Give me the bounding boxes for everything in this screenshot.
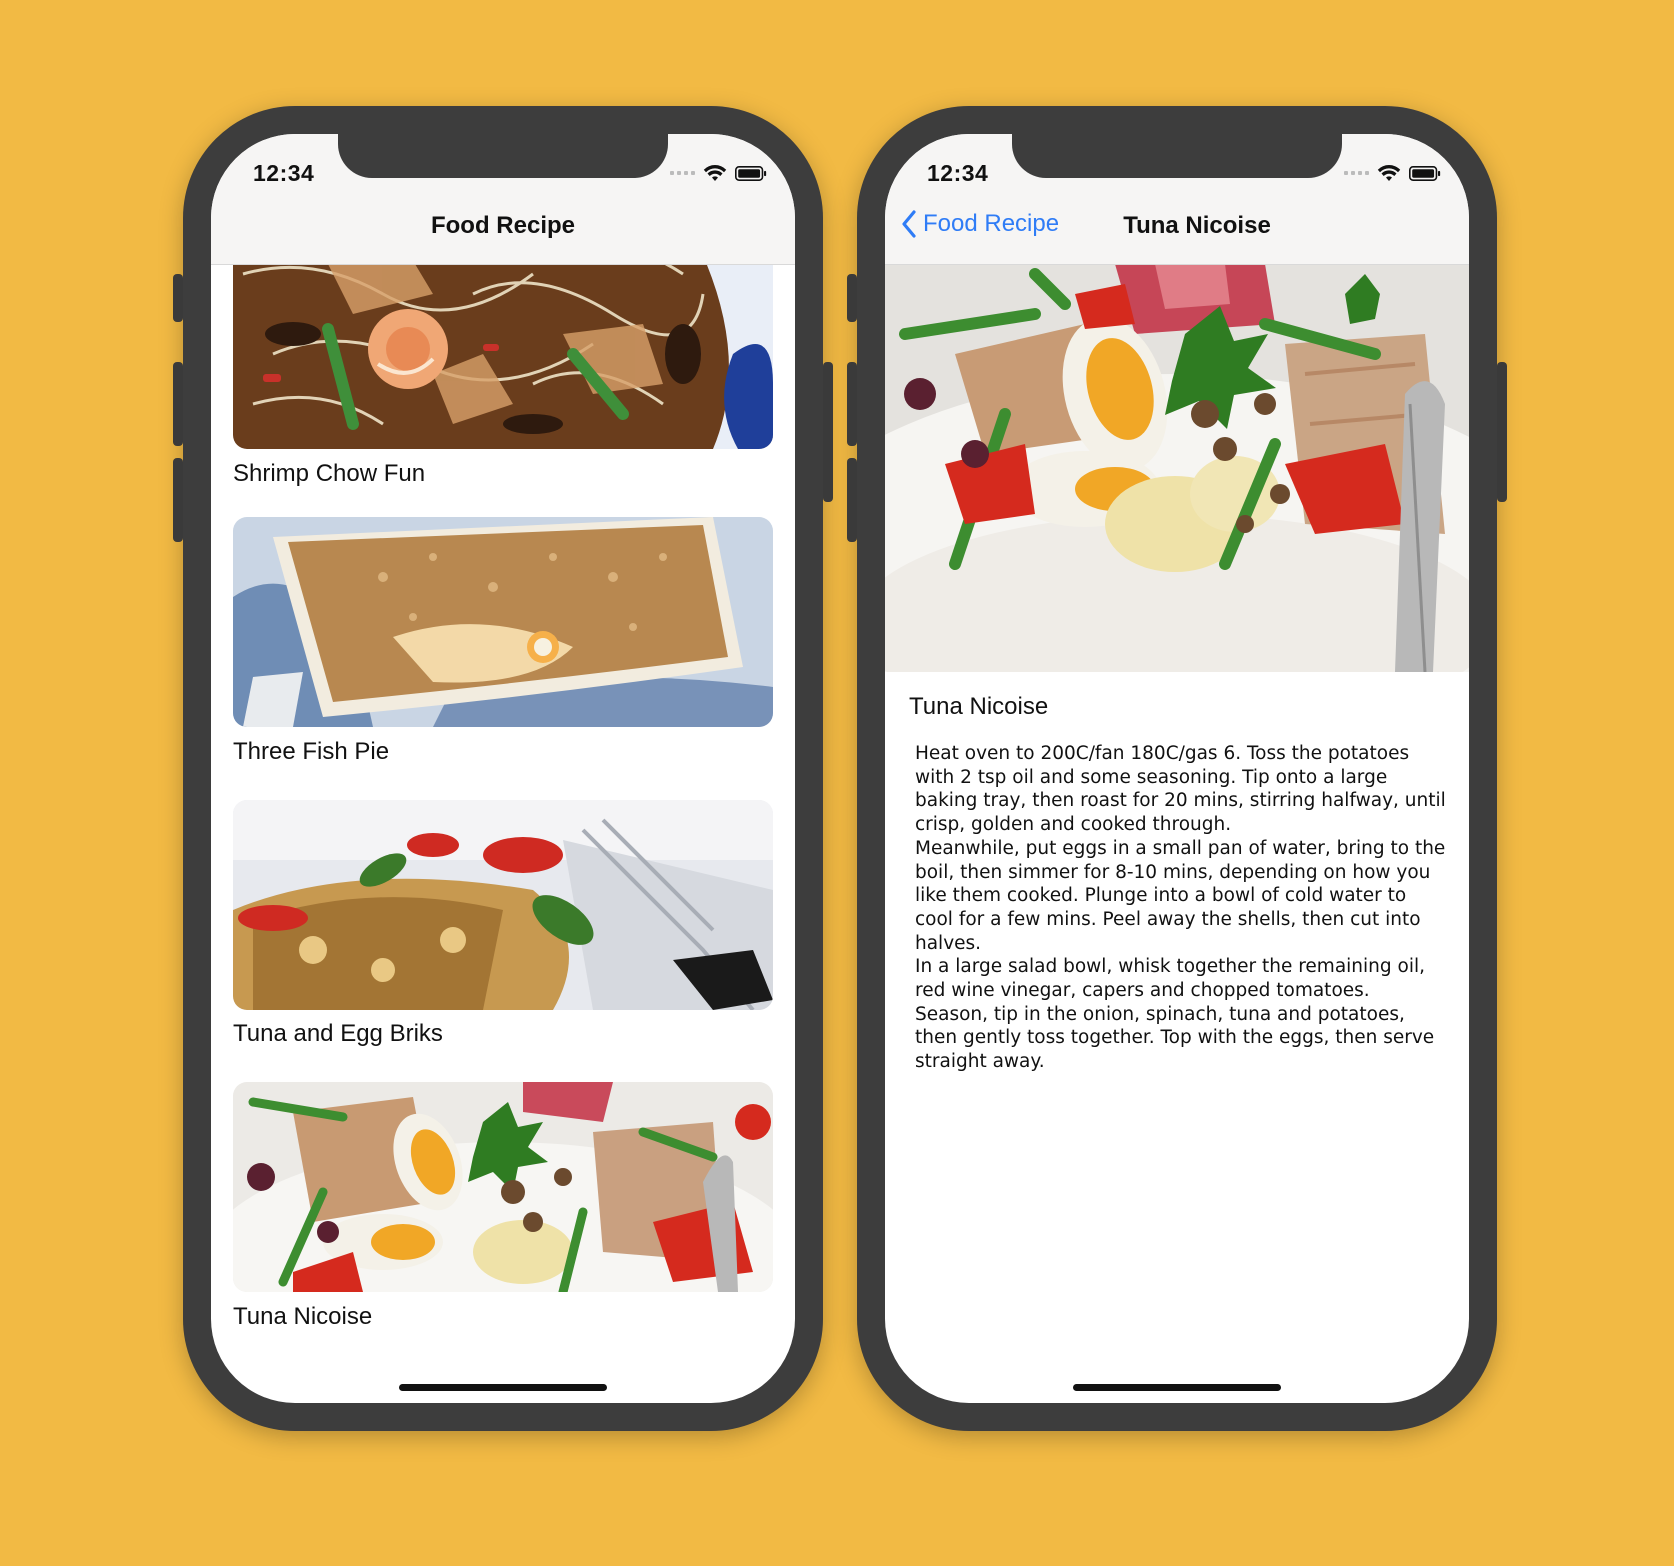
recipe-detail[interactable]: Tuna Nicoise Heat oven to 200C/fan 180C/… — [885, 264, 1469, 1403]
cellular-signal-icon — [670, 171, 695, 175]
recipe-title[interactable]: Three Fish Pie — [233, 738, 389, 766]
shrimp-noodles-image[interactable] — [233, 264, 773, 449]
recipe-title[interactable]: Tuna and Egg Briks — [233, 1020, 443, 1048]
phone-frame-list: 12:34 Food Recipe Shrimp Chow Fun Three … — [173, 106, 833, 1431]
tuna-nicoise-image — [885, 264, 1469, 672]
notch — [338, 134, 668, 178]
recipe-title[interactable]: Shrimp Chow Fun — [233, 460, 425, 488]
wifi-icon — [703, 164, 727, 182]
volume-down-button — [847, 458, 857, 542]
volume-down-button — [173, 458, 183, 542]
chevron-left-icon — [902, 210, 916, 238]
tuna-nicoise-image[interactable] — [233, 1082, 773, 1292]
recipe-list-screen: 12:34 Food Recipe Shrimp Chow Fun Three … — [211, 134, 795, 1403]
side-button — [823, 362, 833, 502]
nav-title: Food Recipe — [430, 212, 575, 239]
home-indicator[interactable] — [1073, 1384, 1281, 1391]
home-indicator[interactable] — [399, 1384, 607, 1391]
nav-title: Tuna Nicoise — [1123, 212, 1271, 239]
recipe-detail-title: Tuna Nicoise — [909, 693, 1049, 720]
mute-switch — [847, 274, 857, 322]
status-time: 12:34 — [927, 160, 989, 186]
battery-icon — [735, 166, 767, 181]
status-time: 12:34 — [253, 160, 315, 186]
wifi-icon — [1377, 164, 1401, 182]
cellular-signal-icon — [1344, 171, 1369, 175]
fish-pie-image[interactable] — [233, 517, 773, 727]
volume-up-button — [173, 362, 183, 446]
side-button — [1497, 362, 1507, 502]
notch — [1012, 134, 1342, 178]
recipe-title[interactable]: Tuna Nicoise — [233, 1303, 372, 1331]
tuna-briks-image[interactable] — [233, 800, 773, 1010]
recipe-list[interactable]: Shrimp Chow Fun Three Fish Pie Tuna and … — [211, 264, 795, 1403]
volume-up-button — [847, 362, 857, 446]
recipe-detail-screen: 12:34 Food Recipe Tuna Nicoise Tuna Nico… — [885, 134, 1469, 1403]
phone-frame-detail: 12:34 Food Recipe Tuna Nicoise Tuna Nico… — [847, 106, 1507, 1431]
recipe-instructions: Heat oven to 200C/fan 180C/gas 6. Toss t… — [915, 743, 1446, 1073]
mute-switch — [173, 274, 183, 322]
battery-icon — [1409, 166, 1441, 181]
